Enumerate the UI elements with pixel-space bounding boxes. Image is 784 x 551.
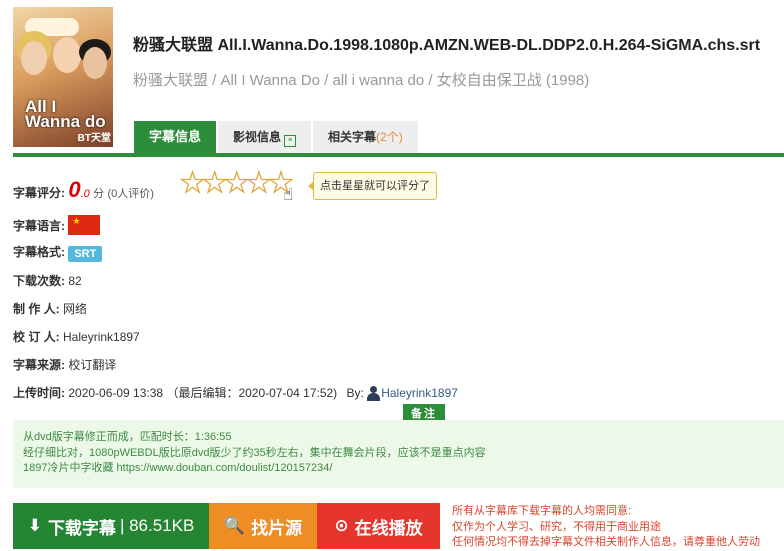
movie-poster[interactable]: All I Wanna do BT天堂	[13, 7, 113, 147]
disclaimer: 所有从字幕库下载字幕的人均需同意: 仅作为个人学习、研究，不得用于商业用途 任何…	[452, 504, 760, 551]
tab-movie-info[interactable]: 影视信息 ≡	[218, 121, 312, 153]
maker-value: 网络	[63, 302, 88, 316]
rating-count: (0人评价)	[107, 188, 154, 200]
tab-label: 相关字幕	[328, 130, 377, 144]
disclaimer-line: 仅作为个人学习、研究，不得用于商业用途	[452, 520, 661, 533]
upload-time: 2020-06-09 13:38	[68, 386, 164, 400]
online-play-label: 在线播放	[354, 518, 423, 538]
language-row: 字幕语言: ★	[13, 215, 101, 235]
subtitle-file-title: 粉骚大联盟 All.I.Wanna.Do.1998.1080p.AMZN.WEB…	[133, 37, 761, 54]
rating-row: 字幕评分: 0.0 分 (0人评价)	[13, 177, 154, 203]
downloads-value: 82	[68, 274, 82, 288]
play-icon: ⊙	[334, 516, 349, 535]
rating-stars[interactable]: ★ ★ ★ ★ ★	[179, 167, 294, 198]
note-box: 从dvd版字幕修正而成，匹配时长：1:36:55 经仔细比对，1080pWEBD…	[13, 420, 784, 488]
rating-score-decimal: .0	[80, 188, 90, 200]
tab-related-subtitles[interactable]: 相关字幕(2个)	[313, 121, 418, 153]
source-row: 字幕来源: 校订翻译	[13, 356, 116, 373]
reviewer-label: 校 订 人:	[13, 330, 60, 344]
tab-subtitle-info[interactable]: 字幕信息	[134, 121, 217, 153]
last-edit-time: （最后编辑：2020-07-04 17:52)	[166, 386, 338, 400]
search-icon: 🔍	[223, 516, 246, 535]
poster-title: All I Wanna do	[25, 97, 106, 131]
rating-score: 0	[68, 177, 81, 202]
language-label: 字幕语言:	[13, 219, 65, 233]
rating-label: 字幕评分:	[13, 186, 65, 200]
online-play-button[interactable]: ⊙ 在线播放	[317, 503, 440, 549]
source-label: 字幕来源:	[13, 358, 65, 372]
format-row: 字幕格式: SRT	[13, 243, 103, 262]
download-label: 下载字幕	[47, 518, 116, 538]
poster-figure	[53, 37, 81, 73]
download-size: | 86.51KB	[119, 516, 195, 535]
reviewer-row: 校 订 人: Haleyrink1897	[13, 328, 140, 345]
note-line: 从dvd版字幕修正而成，匹配时长：1:36:55	[23, 431, 232, 443]
format-label: 字幕格式:	[13, 245, 65, 259]
user-icon	[367, 386, 381, 401]
source-value: 校订翻译	[68, 358, 117, 372]
find-source-label: 找片源	[251, 518, 303, 538]
tab-label: 影视信息	[233, 130, 282, 144]
by-label: By:	[346, 386, 364, 400]
upload-label: 上传时间:	[13, 386, 65, 400]
tab-underline	[13, 153, 784, 157]
poster-watermark: BT天堂	[77, 133, 111, 144]
info-card-icon: ≡	[284, 135, 297, 147]
find-source-button[interactable]: 🔍 找片源	[209, 503, 317, 549]
maker-row: 制 作 人: 网络	[13, 300, 87, 317]
note-line: 经仔细比对，1080pWEBDL版比原dvd版少了约35秒左右，集中在舞会片段，…	[23, 446, 486, 459]
poster-figure	[83, 47, 107, 79]
hand-cursor-icon: ☝	[283, 185, 294, 204]
downloads-row: 下载次数: 82	[13, 272, 82, 289]
format-badge: SRT	[68, 246, 103, 262]
movie-names: 粉骚大联盟 / All I Wanna Do / all i wanna do …	[133, 72, 590, 89]
tab-bar: 字幕信息 影视信息 ≡ 相关字幕(2个)	[134, 121, 420, 153]
tab-label: 字幕信息	[149, 129, 202, 144]
download-button[interactable]: ⬇ 下载字幕 | 86.51KB	[13, 503, 209, 549]
note-line: 1897冷片中字收藏 https://www.douban.com/doulis…	[23, 462, 333, 474]
rating-tooltip: 点击星星就可以评分了	[308, 172, 437, 200]
china-flag-icon: ★	[68, 215, 101, 235]
upload-row: 上传时间: 2020-06-09 13:38 （最后编辑：2020-07-04 …	[13, 384, 458, 401]
download-icon: ⬇	[27, 516, 42, 535]
uploader-link[interactable]: Haleyrink1897	[381, 386, 458, 400]
poster-figure	[21, 41, 47, 75]
downloads-label: 下载次数:	[13, 274, 65, 288]
disclaimer-line: 所有从字幕库下载字幕的人均需同意:	[452, 505, 632, 517]
maker-label: 制 作 人:	[13, 302, 60, 316]
disclaimer-line: 任何情况均不得去掉字幕文件相关制作人信息，请尊重他人劳动	[452, 536, 760, 548]
related-count: (2个)	[376, 130, 403, 144]
reviewer-value: Haleyrink1897	[63, 330, 140, 344]
rating-unit: 分	[93, 188, 105, 200]
